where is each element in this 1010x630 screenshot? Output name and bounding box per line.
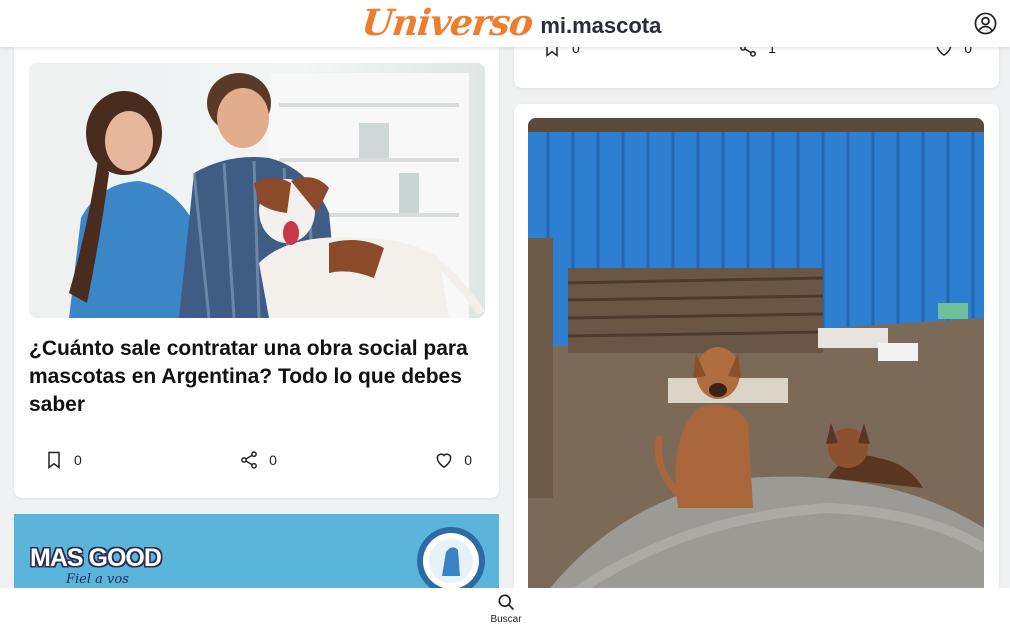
- like-button[interactable]: 0: [434, 450, 472, 470]
- share-count: 0: [269, 452, 277, 468]
- post-card-stray-dogs[interactable]: [514, 104, 999, 624]
- ad-banner-masgood[interactable]: MAS GOOD Fiel a vos: [14, 514, 499, 594]
- bookmark-count: 0: [74, 452, 82, 468]
- masgood-logo: MAS GOOD: [30, 544, 162, 572]
- post-actions: 0 0 0: [44, 450, 472, 470]
- heart-icon: [436, 453, 452, 468]
- site-logo[interactable]: Universo mi.mascota: [359, 2, 662, 44]
- logo-mimascota-text: mi.mascota: [540, 13, 662, 38]
- logo-universo-text: Universo: [359, 2, 535, 44]
- post-image-stray-dogs[interactable]: [528, 118, 984, 618]
- share-button[interactable]: 0: [239, 450, 277, 470]
- post-image-vet-dog[interactable]: [29, 63, 485, 318]
- vet-dog-photo: [29, 63, 485, 318]
- post-card-obra-social[interactable]: ¿Cuánto sale contratar una obra social p…: [14, 45, 499, 498]
- bookmark-button[interactable]: 0: [44, 450, 82, 470]
- search-button[interactable]: Buscar: [486, 592, 526, 628]
- bottom-nav-bar: Buscar: [0, 588, 1010, 630]
- user-circle-icon: [974, 12, 997, 35]
- post-title[interactable]: ¿Cuánto sale contratar una obra social p…: [29, 335, 469, 419]
- like-count: 0: [464, 452, 472, 468]
- pet-seal-icon: [417, 527, 485, 594]
- masgood-tagline: Fiel a vos: [66, 572, 129, 587]
- search-icon: [498, 594, 515, 611]
- user-profile-button[interactable]: [974, 12, 997, 35]
- stray-dogs-photo: [528, 118, 984, 618]
- search-label: Buscar: [490, 614, 522, 625]
- top-header: Universo mi.mascota: [0, 0, 1010, 47]
- share-icon: [241, 451, 258, 469]
- bookmark-icon: [48, 451, 60, 469]
